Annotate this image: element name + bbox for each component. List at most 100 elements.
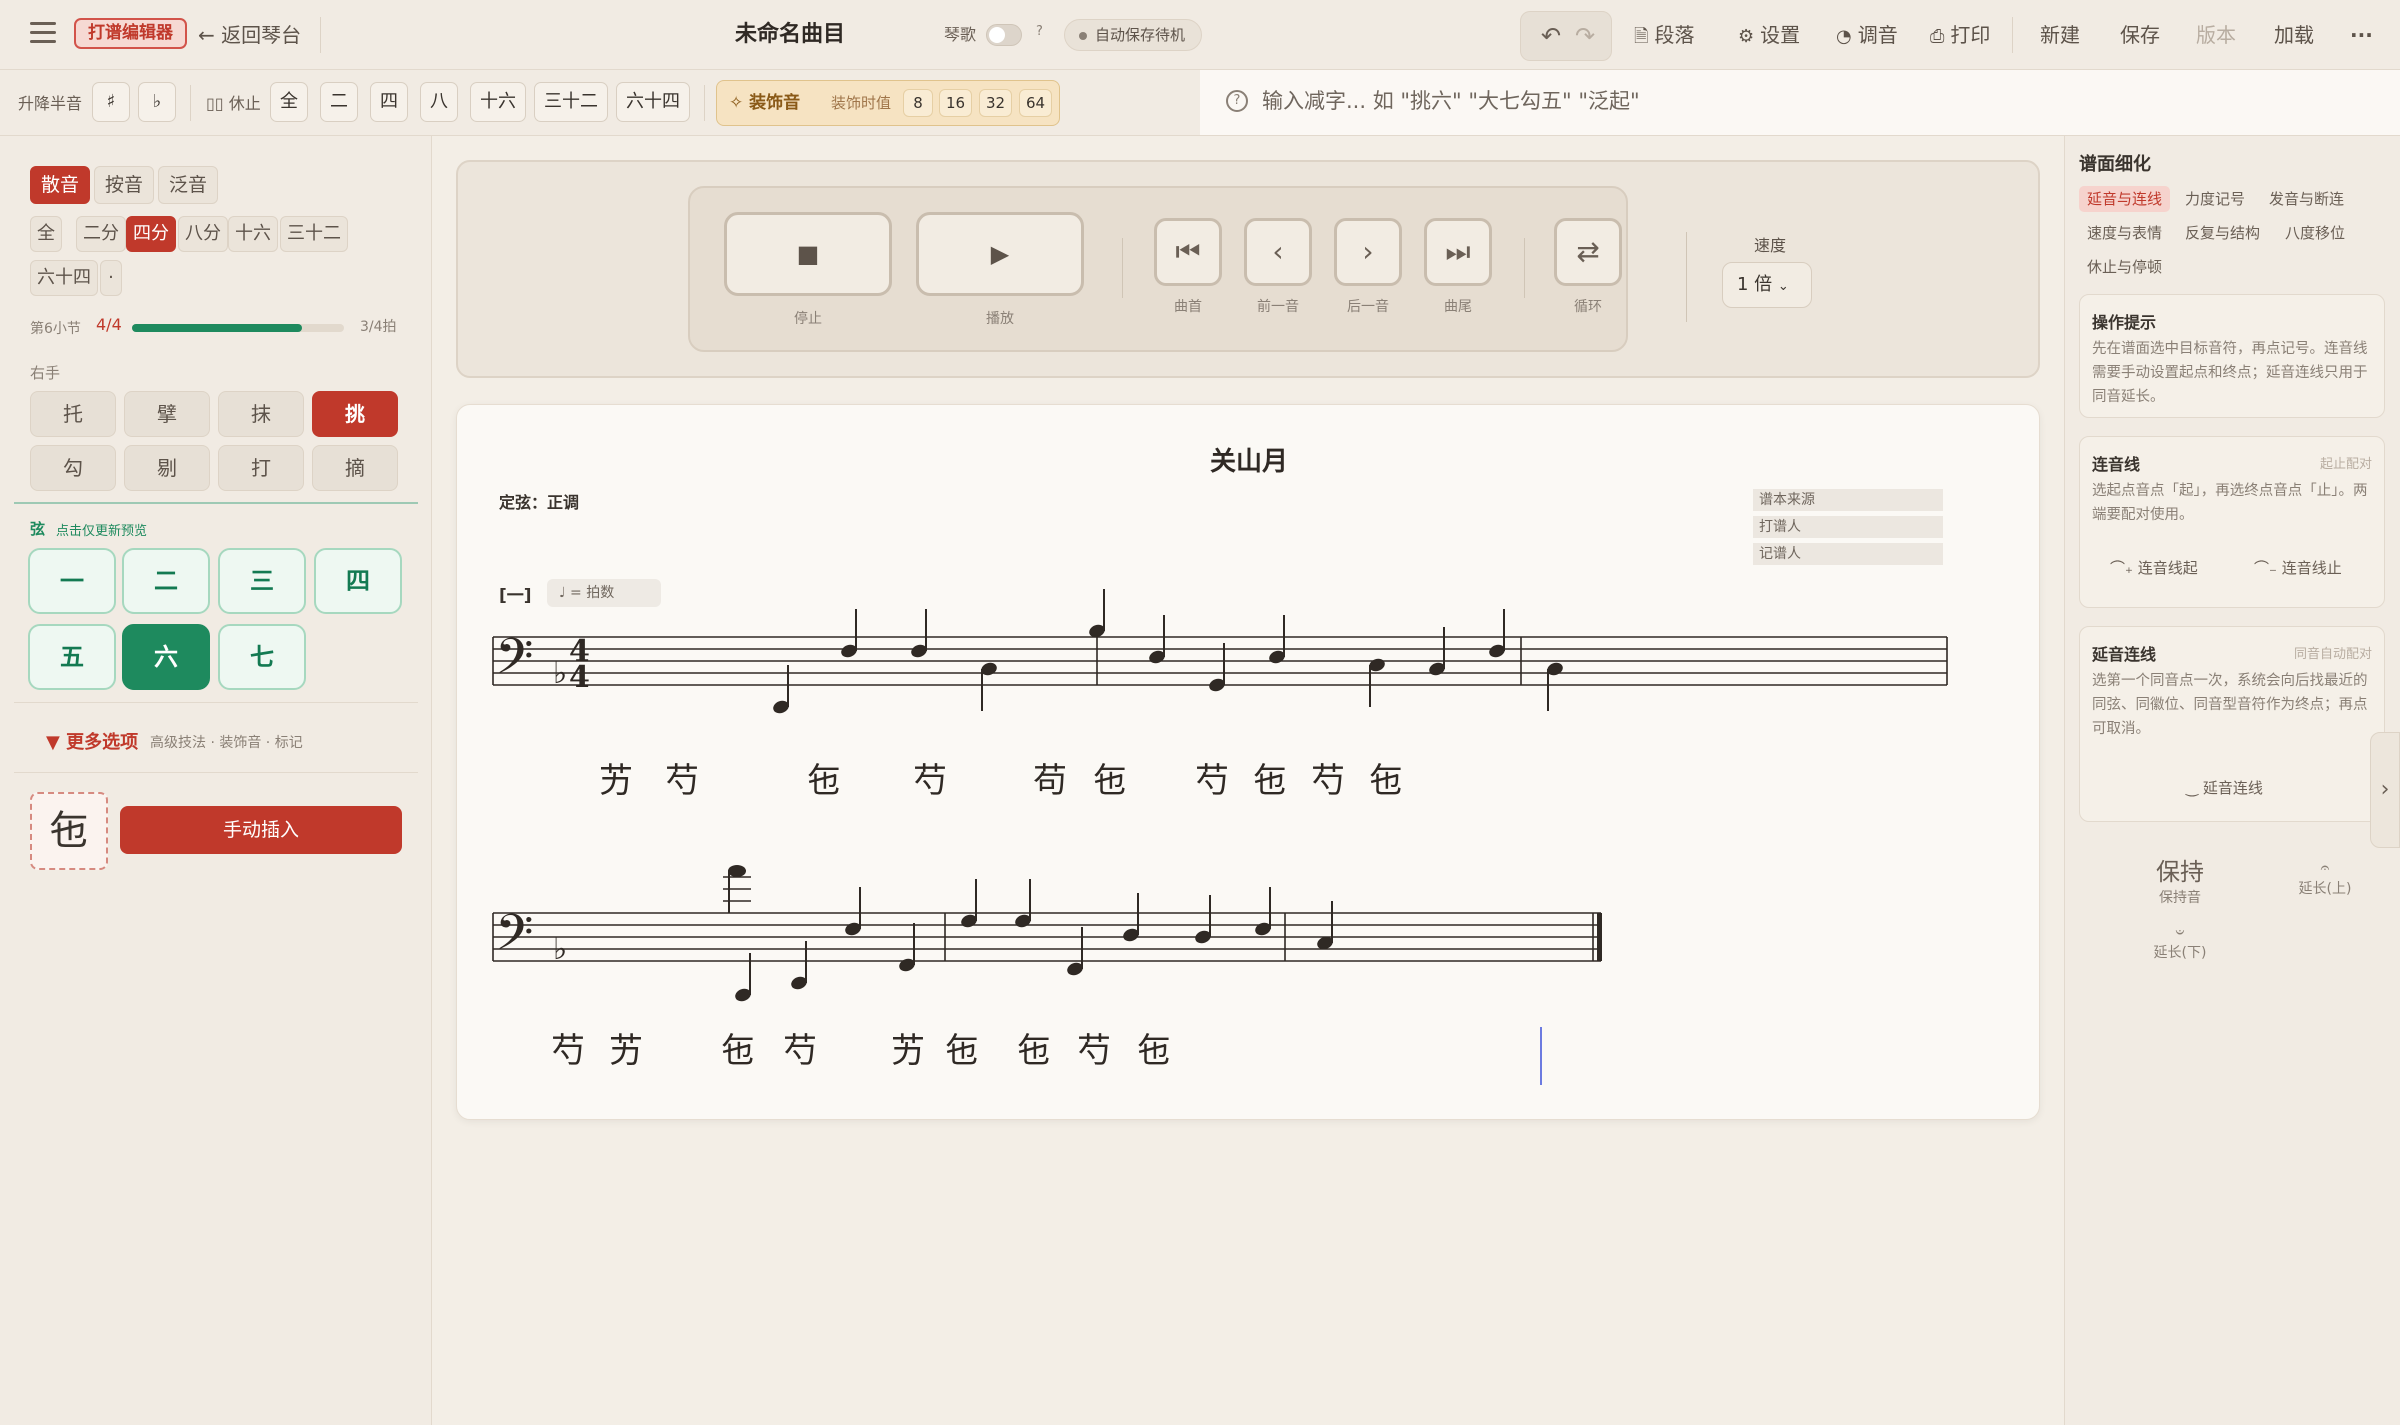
tune-button[interactable]: ◔ 调音 xyxy=(1836,20,1898,52)
duration-eighth-chip[interactable]: 八分 xyxy=(178,216,228,252)
jianzi-note[interactable]: 㐌 xyxy=(1017,1031,1051,1071)
duration-16th-chip[interactable]: 十六 xyxy=(228,216,278,252)
first-note-button[interactable]: ⏮ xyxy=(1154,218,1222,286)
duration-64th-chip[interactable]: 六十四 xyxy=(30,260,98,296)
section-button[interactable]: 🗎 段落 xyxy=(1634,20,1694,52)
jianzi-note[interactable]: 苟 xyxy=(1033,761,1067,801)
jianzi-note[interactable]: 㐌 xyxy=(1093,761,1127,801)
technique-tuo-button[interactable]: 托 xyxy=(30,391,116,437)
qin-song-toggle[interactable] xyxy=(986,24,1022,46)
save-button[interactable]: 保存 xyxy=(2120,20,2160,50)
technique-gou-button[interactable]: 勾 xyxy=(30,445,116,491)
tab-repeat-structure[interactable]: 反复与结构 xyxy=(2177,220,2268,246)
tab-articulation[interactable]: 发音与断连 xyxy=(2261,186,2352,212)
ornament-duration-64[interactable]: 64 xyxy=(1019,89,1052,117)
jianzi-note[interactable]: 艻 xyxy=(609,1031,643,1071)
ornament-button[interactable]: ✧ 装饰音 xyxy=(729,81,800,125)
jianzi-note[interactable]: 芍 xyxy=(1311,761,1345,801)
technique-tiao-button[interactable]: 挑 xyxy=(312,391,398,437)
rest-whole-button[interactable]: 全 xyxy=(270,82,308,122)
last-note-button[interactable]: ⏭ xyxy=(1424,218,1492,286)
string-1-button[interactable]: 一 xyxy=(28,548,116,614)
tab-octave-shift[interactable]: 八度移位 xyxy=(2277,220,2353,246)
document-title[interactable]: 未命名曲目 xyxy=(735,18,845,52)
hold-button[interactable]: 保持 保持音 xyxy=(2125,852,2235,907)
string-6-button[interactable]: 六 xyxy=(122,624,210,690)
flat-button[interactable]: ♭ xyxy=(138,82,176,122)
score-sheet[interactable]: 关山月 定弦：正调 谱本来源 打谱人 记谱人 [一] ♩ = 拍数 𝄢 ♭ 4 … xyxy=(456,404,2040,1120)
slur-end-button[interactable]: ⌒₋ 连音线止 xyxy=(2254,557,2342,578)
redo-icon[interactable]: ↷ xyxy=(1575,22,1595,50)
tie-button[interactable]: ‿ 延音连线 xyxy=(2186,777,2263,798)
tone-harmonic-chip[interactable]: 泛音 xyxy=(158,166,218,204)
string-2-button[interactable]: 二 xyxy=(122,548,210,614)
more-options-toggle[interactable]: ▼ 更多选项 xyxy=(46,728,138,754)
jianzi-note[interactable]: 㐌 xyxy=(1369,761,1403,801)
jianzi-note[interactable]: 芍 xyxy=(551,1031,585,1071)
ornament-duration-16[interactable]: 16 xyxy=(939,89,972,117)
undo-icon[interactable]: ↶ xyxy=(1541,22,1561,50)
tab-dynamics[interactable]: 力度记号 xyxy=(2177,186,2253,212)
stop-button[interactable]: ■ xyxy=(724,212,892,296)
rest-half-button[interactable]: 二 xyxy=(320,82,358,122)
technique-zhai-button[interactable]: 摘 xyxy=(312,445,398,491)
rest-eighth-button[interactable]: 八 xyxy=(420,82,458,122)
tab-ties-slurs[interactable]: 延音与连线 xyxy=(2079,186,2170,212)
fermata-down-button[interactable]: 𝄑 延长(下) xyxy=(2125,922,2235,962)
duration-whole-chip[interactable]: 全 xyxy=(30,216,62,252)
rest-16th-button[interactable]: 十六 xyxy=(470,82,526,122)
string-4-button[interactable]: 四 xyxy=(314,548,402,614)
jianzi-note[interactable]: 㐌 xyxy=(945,1031,979,1071)
version-button[interactable]: 版本 xyxy=(2196,20,2236,50)
string-3-button[interactable]: 三 xyxy=(218,548,306,614)
fermata-up-button[interactable]: 𝄐 延长(上) xyxy=(2275,858,2375,898)
rest-quarter-button[interactable]: 四 xyxy=(370,82,408,122)
new-button[interactable]: 新建 xyxy=(2040,20,2080,50)
load-button[interactable]: 加载 xyxy=(2274,20,2314,50)
manual-insert-button[interactable]: 手动插入 xyxy=(120,806,402,854)
jianzi-note[interactable]: 芍 xyxy=(1195,761,1229,801)
collapse-panel-button[interactable]: › xyxy=(2370,732,2400,848)
jianzi-note[interactable]: 㐌 xyxy=(807,761,841,801)
more-icon[interactable]: ··· xyxy=(2350,20,2373,50)
tab-rests-pauses[interactable]: 休止与停顿 xyxy=(2079,254,2170,280)
duration-quarter-chip[interactable]: 四分 xyxy=(126,216,176,252)
tone-stopped-chip[interactable]: 按音 xyxy=(94,166,154,204)
sharp-button[interactable]: ♯ xyxy=(92,82,130,122)
prev-note-button[interactable]: ‹ xyxy=(1244,218,1312,286)
duration-half-chip[interactable]: 二分 xyxy=(76,216,126,252)
technique-da-button[interactable]: 打 xyxy=(218,445,304,491)
print-button[interactable]: ⎙ 打印 xyxy=(1930,20,1990,52)
jianzi-note[interactable]: 㐌 xyxy=(1253,761,1287,801)
settings-button[interactable]: ⚙ 设置 xyxy=(1738,20,1800,52)
back-link[interactable]: ← 返回琴台 xyxy=(198,20,301,50)
loop-button[interactable]: ⇄ xyxy=(1554,218,1622,286)
jianzi-note[interactable]: 芍 xyxy=(913,761,947,801)
jianzi-search-bar[interactable]: ? 输入减字... 如 "挑六" "大七勾五" "泛起" xyxy=(1200,70,2400,136)
technique-bo-button[interactable]: 擘 xyxy=(124,391,210,437)
note-head[interactable] xyxy=(728,865,746,877)
jianzi-note[interactable]: 艻 xyxy=(599,761,633,801)
technique-ti-button[interactable]: 剔 xyxy=(124,445,210,491)
tab-tempo-expression[interactable]: 速度与表情 xyxy=(2079,220,2170,246)
menu-icon[interactable] xyxy=(30,22,56,44)
ornament-duration-8[interactable]: 8 xyxy=(903,89,933,117)
jianzi-note[interactable]: 芍 xyxy=(665,761,699,801)
jianzi-note[interactable]: 芍 xyxy=(783,1031,817,1071)
rest-64th-button[interactable]: 六十四 xyxy=(616,82,690,122)
technique-mo-button[interactable]: 抹 xyxy=(218,391,304,437)
jianzi-note[interactable]: 艻 xyxy=(891,1031,925,1071)
help-icon[interactable]: ? xyxy=(1036,24,1043,39)
duration-32nd-chip[interactable]: 三十二 xyxy=(280,216,348,252)
tone-open-chip[interactable]: 散音 xyxy=(30,166,90,204)
string-5-button[interactable]: 五 xyxy=(28,624,116,690)
jianzi-note[interactable]: 㐌 xyxy=(1137,1031,1171,1071)
speed-select[interactable]: 1 倍 ⌄ xyxy=(1722,262,1812,308)
dot-chip[interactable]: · xyxy=(100,260,122,296)
rest-32nd-button[interactable]: 三十二 xyxy=(534,82,608,122)
string-7-button[interactable]: 七 xyxy=(218,624,306,690)
ornament-duration-32[interactable]: 32 xyxy=(979,89,1012,117)
next-note-button[interactable]: › xyxy=(1334,218,1402,286)
jianzi-note[interactable]: 㐌 xyxy=(721,1031,755,1071)
play-button[interactable]: ▶ xyxy=(916,212,1084,296)
